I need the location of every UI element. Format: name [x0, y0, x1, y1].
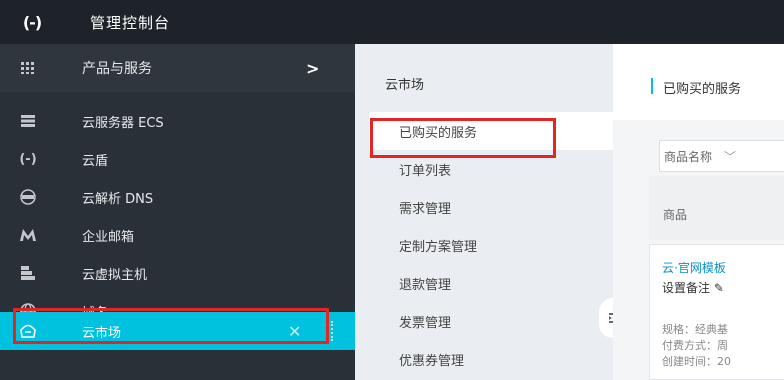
sidebar-item-label: 企业邮箱 [82, 229, 135, 245]
drag-handle-icon[interactable] [331, 321, 334, 341]
grid-icon [18, 62, 38, 74]
subnav-item-coupon-management[interactable]: 优惠券管理 [399, 350, 464, 369]
page-header: 已购买的服务 [613, 44, 784, 120]
sidebar-item-label: 云解析 DNS [82, 191, 154, 207]
filter-label: 商品名称 [664, 149, 713, 164]
dns-icon [18, 189, 38, 205]
chevron-down-icon: ﹀ [724, 149, 737, 164]
subnav-item-invoice-management[interactable]: 发票管理 [399, 312, 451, 331]
subnav-title: 云市场 [385, 78, 425, 93]
sidebar-header-products[interactable]: 产品与服务 > [0, 44, 355, 92]
billing-method-text: 付费方式：周 [662, 339, 728, 352]
sidebar-item-dns[interactable]: 云解析 DNS [0, 178, 355, 216]
highlight-box-subnav [370, 118, 556, 158]
sidebar-item-virtual-host[interactable]: 云虚拟主机 [0, 254, 355, 292]
sidebar-item-ecs[interactable]: 云服务器 ECS [0, 102, 355, 140]
subnav-item-order-list[interactable]: 订单列表 [399, 160, 451, 179]
subnav-item-demand-management[interactable]: 需求管理 [399, 198, 451, 217]
page-title: 已购买的服务 [663, 82, 742, 97]
console-title[interactable]: 管理控制台 [90, 12, 170, 33]
product-name-filter-select[interactable]: 商品名称 ﹀ [659, 140, 784, 172]
column-header-product: 商品 [663, 208, 688, 222]
product-name-link[interactable]: 云·官网模板 [662, 259, 726, 276]
shield-bracket-icon: (-) [19, 151, 37, 167]
mail-m-icon [18, 229, 38, 241]
title-accent-bar [651, 78, 653, 94]
highlight-box-sidebar [13, 308, 329, 344]
host-icon [18, 266, 38, 280]
set-note-button[interactable]: 设置备注 ✎ [662, 279, 724, 296]
sidebar-item-label: 云服务器 ECS [82, 115, 164, 131]
created-time-text: 创建时间：20 [662, 355, 731, 368]
marketplace-subnav: 云市场 已购买的服务 订单列表 需求管理 定制方案管理 退款管理 发票管理 优惠… [355, 44, 613, 380]
server-icon [18, 115, 38, 127]
chevron-right-icon[interactable]: > [306, 59, 319, 78]
subnav-item-refund-management[interactable]: 退款管理 [399, 274, 451, 293]
pencil-icon: ✎ [713, 281, 724, 295]
sidebar-header-label: 产品与服务 [82, 61, 152, 77]
aliyun-logo-icon[interactable]: (-) [12, 0, 52, 44]
main-content: 已购买的服务 商品名称 ﹀ 商品 云·官网模板 设置备注 ✎ 规格：经典基 付费… [613, 44, 784, 380]
sidebar-item-label: 云盾 [82, 153, 109, 169]
table-row: 云·官网模板 设置备注 ✎ 规格：经典基 付费方式：周 创建时间：20 [649, 244, 784, 380]
sidebar-item-label: 云虚拟主机 [82, 267, 148, 283]
sidebar-item-cloud-shield[interactable]: (-) 云盾 [0, 140, 355, 178]
spec-text: 规格：经典基 [662, 323, 728, 336]
set-note-label: 设置备注 [662, 281, 711, 295]
table-header: 商品 [649, 176, 784, 240]
subnav-item-custom-plan-management[interactable]: 定制方案管理 [399, 236, 477, 255]
sidebar-item-enterprise-mail[interactable]: 企业邮箱 [0, 216, 355, 254]
top-bar: (-) 管理控制台 [0, 0, 784, 44]
